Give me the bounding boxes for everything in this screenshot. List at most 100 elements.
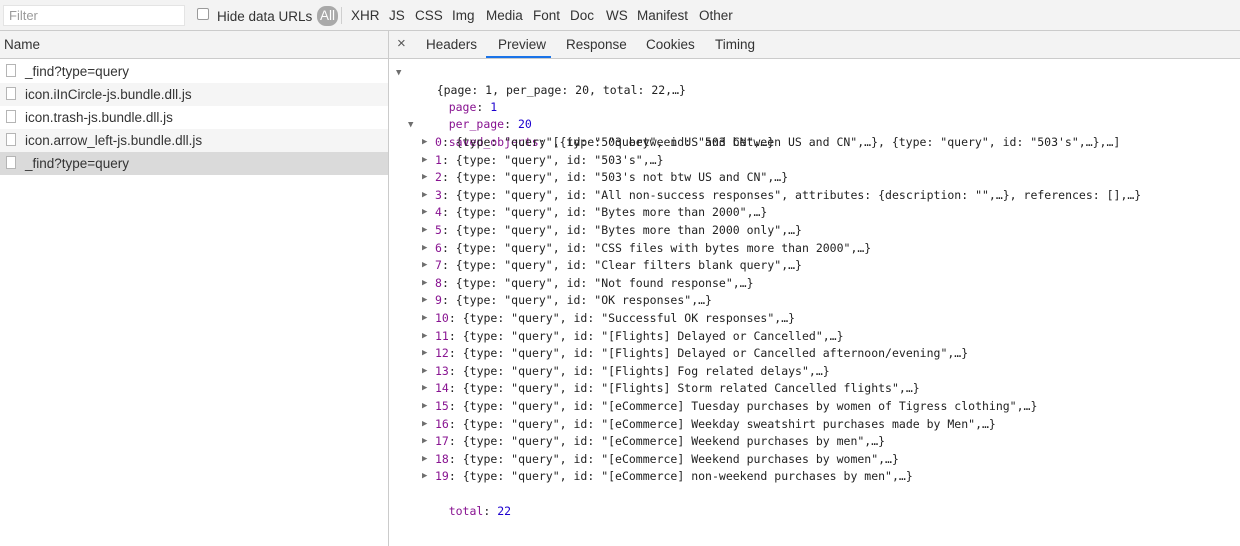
- request-row[interactable]: icon.iInCircle-js.bundle.dll.js: [0, 83, 388, 106]
- saved-object-row[interactable]: ▶ 9: {type: "query", id: "OK responses",……: [422, 292, 712, 309]
- property-key: total: [448, 504, 484, 518]
- object-index: 15: [435, 399, 449, 413]
- request-name: icon.arrow_left-js.bundle.dll.js: [25, 133, 203, 148]
- request-list-panel: Name _find?type=query icon.iInCircle-js.…: [0, 31, 388, 546]
- saved-object-row[interactable]: ▶ 18: {type: "query", id: "[eCommerce] We…: [422, 451, 899, 468]
- expanded-triangle-icon[interactable]: ▼: [408, 117, 413, 134]
- saved-object-row[interactable]: ▶ 11: {type: "query", id: "[Flights] Dela…: [422, 328, 844, 345]
- collapsed-triangle-icon[interactable]: ▶: [422, 433, 427, 450]
- request-row[interactable]: _find?type=query: [0, 60, 388, 83]
- object-summary: {type: "query", id: "[eCommerce] Weekend…: [462, 451, 899, 466]
- toolbar-divider: [341, 7, 342, 24]
- object-summary: {type: "query", id: "503's not btw US an…: [455, 170, 789, 185]
- saved-object-row[interactable]: ▶ 10: {type: "query", id: "Successful OK …: [422, 310, 795, 327]
- request-row[interactable]: icon.arrow_left-js.bundle.dll.js: [0, 129, 388, 152]
- object-index: 11: [435, 328, 449, 343]
- object-summary: {type: "query", id: "[Flights] Storm rel…: [462, 381, 920, 396]
- tab-headers[interactable]: Headers: [426, 37, 477, 52]
- collapsed-triangle-icon[interactable]: ▶: [422, 169, 427, 186]
- object-index: 0: [435, 135, 442, 149]
- script-file-icon: [6, 87, 16, 100]
- filter-type-all[interactable]: All: [317, 6, 339, 26]
- hide-data-urls-toggle[interactable]: Hide data URLs: [197, 7, 313, 24]
- collapsed-triangle-icon[interactable]: ▶: [422, 275, 427, 292]
- name-column-header[interactable]: Name: [0, 31, 388, 59]
- collapsed-triangle-icon[interactable]: ▶: [422, 345, 427, 362]
- active-tab-indicator: [486, 56, 551, 58]
- object-summary: {type: "query", id: "[Flights] Delayed o…: [462, 328, 844, 343]
- filter-type-font[interactable]: Font: [533, 8, 560, 24]
- close-icon[interactable]: ×: [397, 36, 406, 52]
- collapsed-triangle-icon[interactable]: ▶: [422, 134, 427, 151]
- saved-object-row[interactable]: ▶ 5: {type: "query", id: "Bytes more than…: [422, 222, 802, 239]
- object-index: 12: [435, 346, 449, 361]
- object-summary: {type: "query", id: "503's",…}: [455, 152, 664, 167]
- saved-object-row[interactable]: ▶ 3: {type: "query", id: "All non-success…: [422, 187, 1142, 204]
- tab-response[interactable]: Response: [566, 37, 627, 52]
- object-index: 14: [435, 381, 449, 396]
- collapsed-triangle-icon[interactable]: ▶: [422, 363, 427, 380]
- object-index: 8: [435, 275, 442, 290]
- hide-data-urls-label: Hide data URLs: [217, 8, 313, 24]
- request-name: icon.trash-js.bundle.dll.js: [25, 110, 173, 125]
- saved-object-row[interactable]: ▶ 14: {type: "query", id: "[Flights] Stor…: [422, 380, 920, 397]
- script-file-icon: [6, 110, 16, 123]
- collapsed-triangle-icon[interactable]: ▶: [422, 152, 427, 169]
- object-summary: {type: "query", id: "All non-success res…: [455, 187, 1142, 202]
- saved-object-row[interactable]: ▶ 8: {type: "query", id: "Not found respo…: [422, 275, 754, 292]
- saved-object-row[interactable]: ▶ 12: {type: "query", id: "[Flights] Dela…: [422, 345, 968, 362]
- collapsed-triangle-icon[interactable]: ▶: [422, 328, 427, 345]
- filter-type-css[interactable]: CSS: [415, 8, 443, 24]
- object-index: 6: [435, 240, 442, 255]
- filter-type-xhr[interactable]: XHR: [351, 8, 380, 24]
- filter-input[interactable]: [3, 5, 185, 26]
- object-summary: {type: "query", id: "[eCommerce] Weekend…: [462, 434, 886, 449]
- request-name: icon.iInCircle-js.bundle.dll.js: [25, 87, 192, 102]
- saved-object-row[interactable]: ▶ 16: {type: "query", id: "[eCommerce] We…: [422, 416, 996, 433]
- saved-object-row[interactable]: ▶ 17: {type: "query", id: "[eCommerce] We…: [422, 433, 886, 450]
- tab-preview[interactable]: Preview: [498, 37, 546, 52]
- saved-object-row[interactable]: ▶ 1: {type: "query", id: "503's",…}: [422, 152, 664, 169]
- document-icon: [6, 64, 16, 77]
- collapsed-triangle-icon[interactable]: ▶: [422, 204, 427, 221]
- collapsed-triangle-icon[interactable]: ▶: [422, 468, 427, 485]
- collapsed-triangle-icon[interactable]: ▶: [422, 257, 427, 274]
- collapsed-triangle-icon[interactable]: ▶: [422, 380, 427, 397]
- collapsed-triangle-icon[interactable]: ▶: [422, 398, 427, 415]
- filter-type-doc[interactable]: Doc: [570, 8, 594, 24]
- tab-timing[interactable]: Timing: [715, 37, 755, 52]
- tab-cookies[interactable]: Cookies: [646, 37, 695, 52]
- collapsed-triangle-icon[interactable]: ▶: [422, 187, 427, 204]
- request-row[interactable]: icon.trash-js.bundle.dll.js: [0, 106, 388, 129]
- object-index: 13: [435, 363, 449, 378]
- collapsed-triangle-icon[interactable]: ▶: [422, 451, 427, 468]
- saved-object-row[interactable]: ▶ 4: {type: "query", id: "Bytes more than…: [422, 204, 767, 221]
- collapsed-triangle-icon[interactable]: ▶: [422, 240, 427, 257]
- filter-type-js[interactable]: JS: [389, 8, 405, 24]
- filter-type-manifest[interactable]: Manifest: [637, 8, 688, 24]
- name-column-label: Name: [4, 37, 41, 52]
- collapsed-triangle-icon[interactable]: ▶: [422, 222, 427, 239]
- object-summary: {type: "query", id: "CSS files with byte…: [455, 240, 872, 255]
- object-index: 1: [435, 152, 442, 167]
- saved-object-row[interactable]: ▶ 6: {type: "query", id: "CSS files with …: [422, 240, 872, 257]
- saved-object-row[interactable]: ▶ 13: {type: "query", id: "[Flights] Fog …: [422, 363, 830, 380]
- object-index: 17: [435, 434, 449, 449]
- filter-type-other[interactable]: Other: [699, 8, 733, 24]
- collapsed-triangle-icon[interactable]: ▶: [422, 310, 427, 327]
- collapsed-triangle-icon[interactable]: ▶: [422, 416, 427, 433]
- hide-data-urls-checkbox[interactable]: [197, 7, 209, 20]
- request-row-selected[interactable]: _find?type=query: [0, 152, 388, 175]
- saved-object-row[interactable]: ▶ 19: {type: "query", id: "[eCommerce] no…: [422, 468, 913, 485]
- filter-type-media[interactable]: Media: [486, 8, 523, 24]
- expanded-triangle-icon[interactable]: ▼: [396, 65, 401, 82]
- collapsed-triangle-icon[interactable]: ▶: [422, 292, 427, 309]
- document-icon: [6, 156, 16, 169]
- saved-object-row[interactable]: ▶ 0: {type: "query", id: "503 between US …: [422, 134, 774, 151]
- property-value: 22: [497, 504, 512, 518]
- saved-object-row[interactable]: ▶ 2: {type: "query", id: "503's not btw U…: [422, 169, 789, 186]
- saved-object-row[interactable]: ▶ 15: {type: "query", id: "[eCommerce] Tu…: [422, 398, 1037, 415]
- saved-object-row[interactable]: ▶ 7: {type: "query", id: "Clear filters b…: [422, 257, 802, 274]
- filter-type-ws[interactable]: WS: [606, 8, 628, 24]
- filter-type-img[interactable]: Img: [452, 8, 475, 24]
